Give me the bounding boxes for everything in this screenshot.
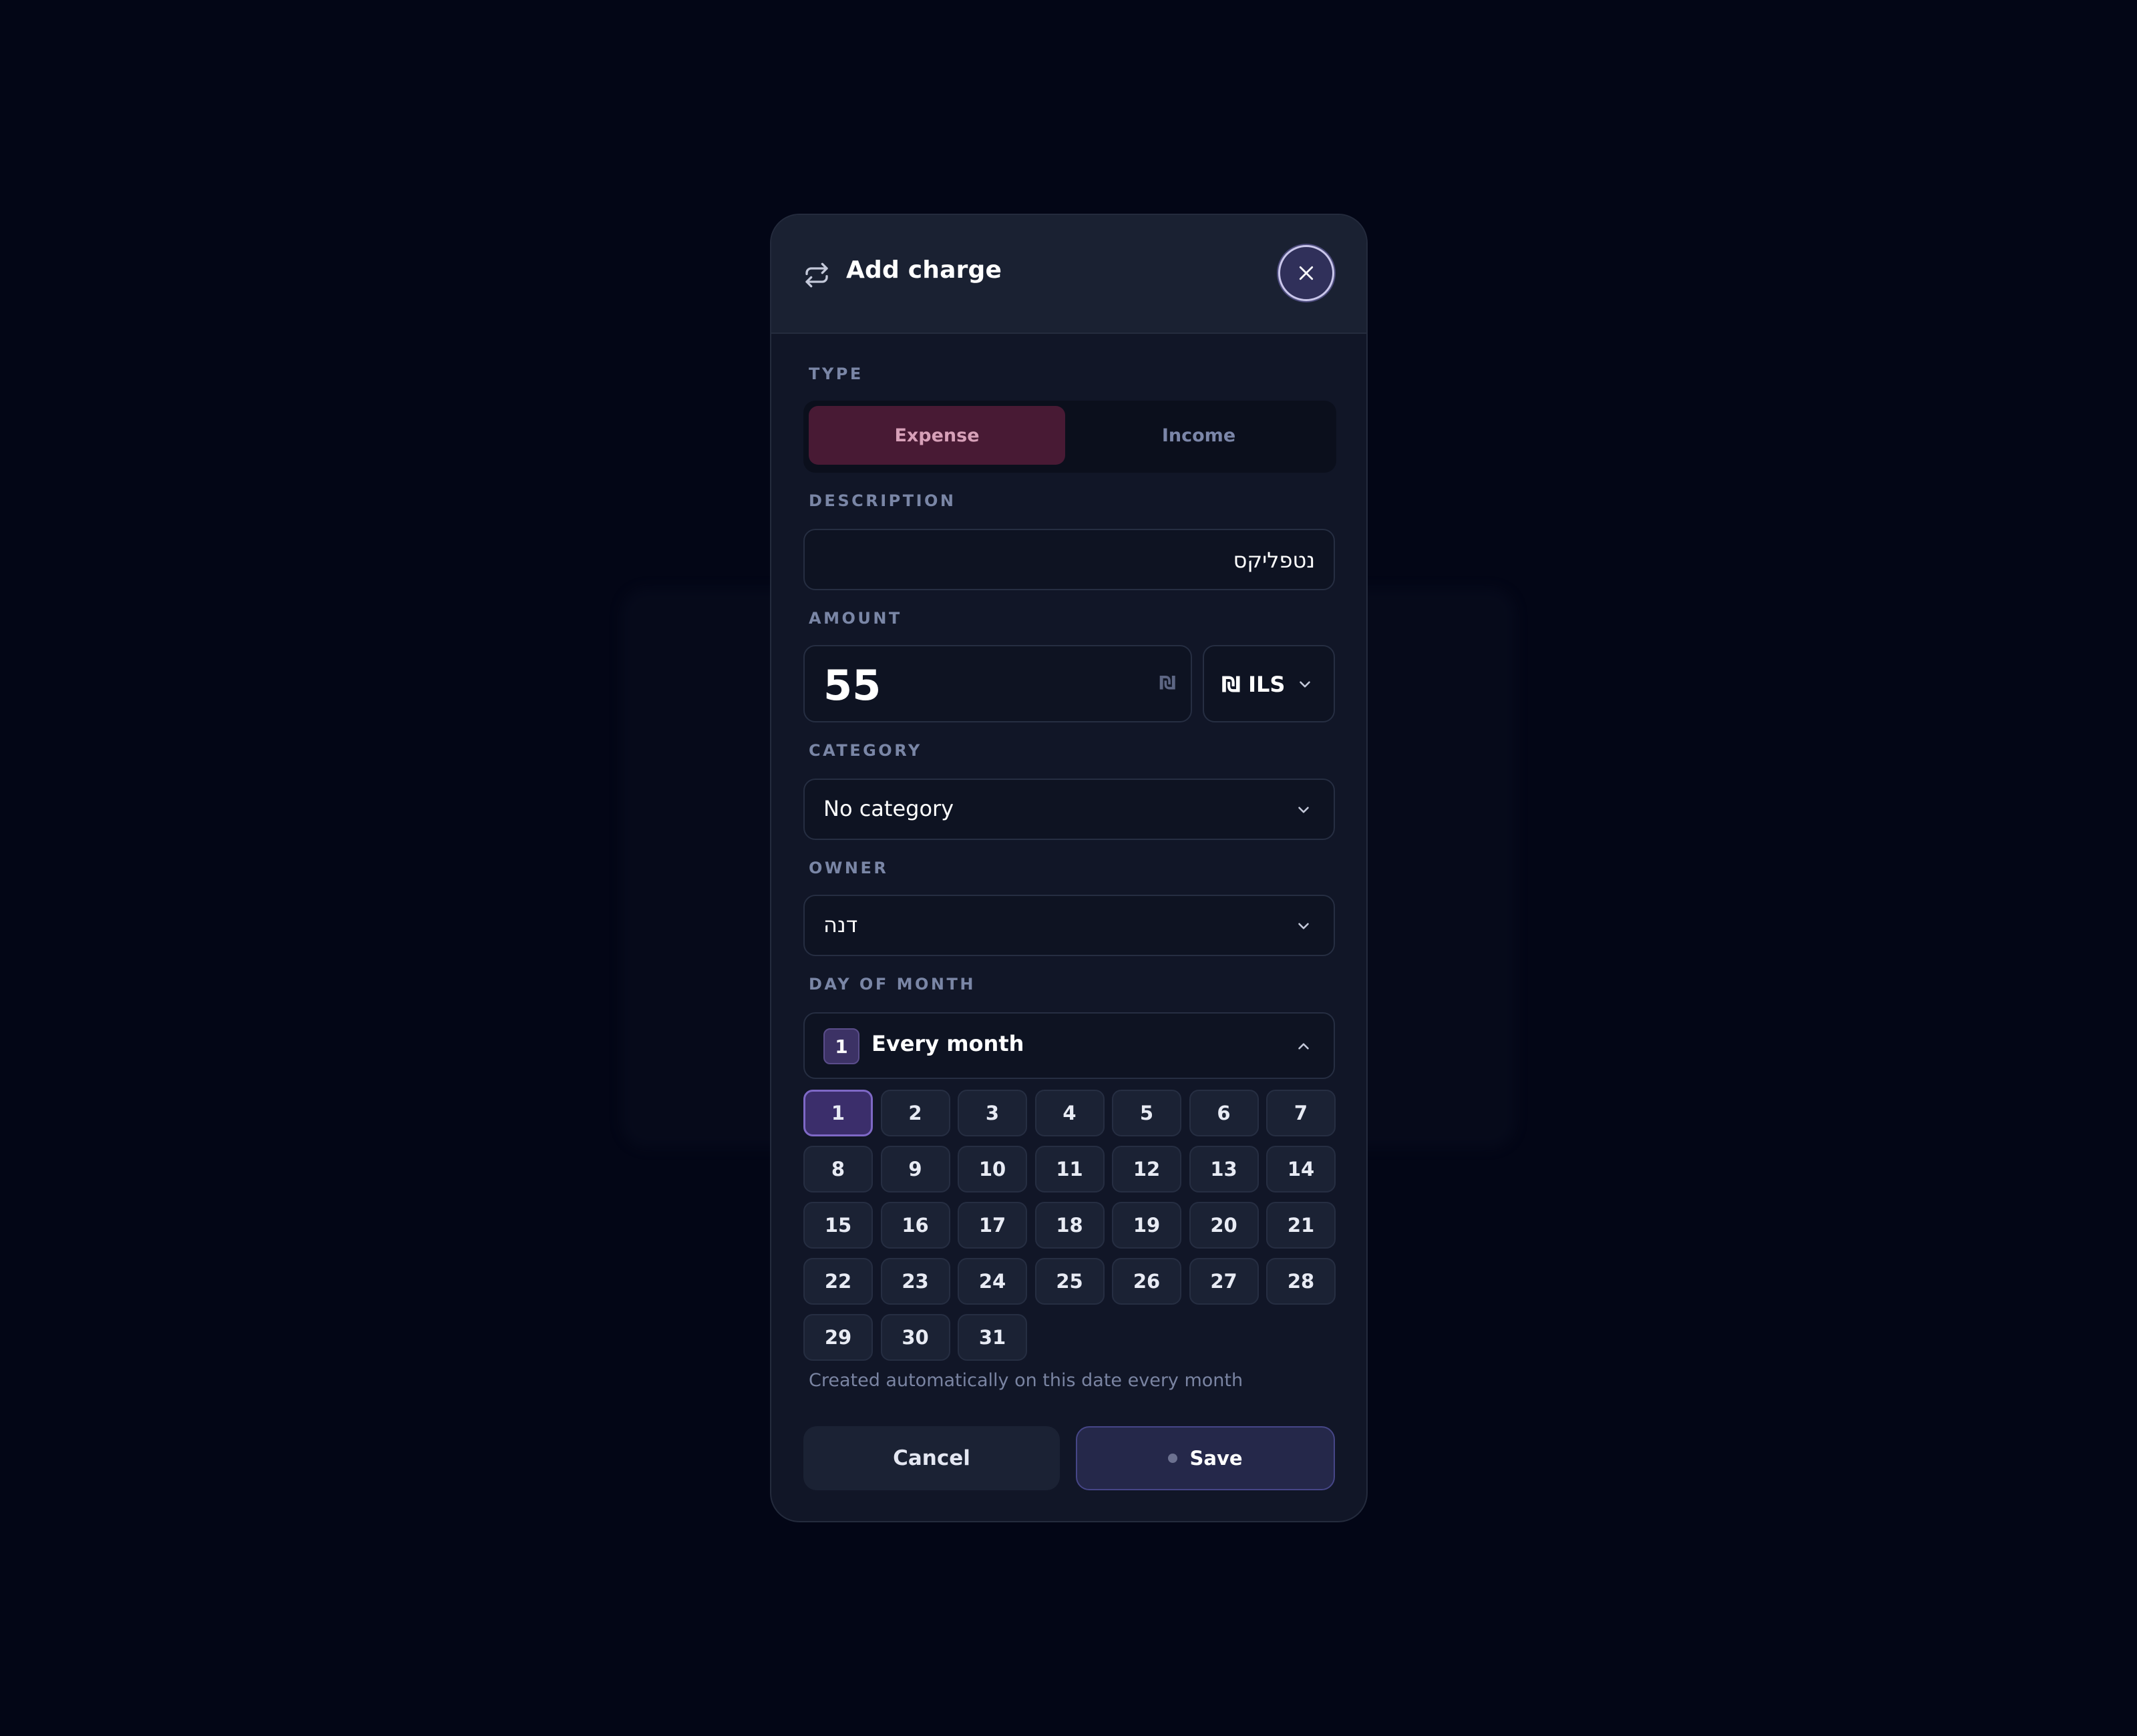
currency-value: ₪ ILS xyxy=(1221,672,1286,697)
day-cell-30[interactable]: 30 xyxy=(880,1314,950,1361)
day-cell-16[interactable]: 16 xyxy=(880,1202,950,1249)
close-icon xyxy=(1299,266,1314,280)
loading-dot-icon xyxy=(1168,1454,1178,1463)
chevron-down-icon xyxy=(1298,807,1309,813)
type-expense-button[interactable]: Expense xyxy=(809,406,1065,465)
day-cell-29[interactable]: 29 xyxy=(803,1314,873,1361)
day-cell-21[interactable]: 21 xyxy=(1266,1202,1336,1249)
day-cell-3[interactable]: 3 xyxy=(958,1090,1027,1136)
day-cell-19[interactable]: 19 xyxy=(1112,1202,1181,1249)
save-label: Save xyxy=(1189,1447,1243,1470)
modal-header: Add charge xyxy=(771,215,1366,334)
day-cell-11[interactable]: 11 xyxy=(1034,1146,1105,1192)
currency-select[interactable]: ₪ ILS xyxy=(1203,645,1335,722)
day-of-month-select[interactable]: 1 Every month xyxy=(803,1012,1335,1079)
day-cell-10[interactable]: 10 xyxy=(958,1146,1027,1192)
description-label: DESCRIPTION xyxy=(809,491,956,510)
day-cell-18[interactable]: 18 xyxy=(1034,1202,1105,1249)
close-button[interactable] xyxy=(1278,245,1334,301)
amount-input[interactable]: 55 ₪ xyxy=(803,645,1192,722)
save-button[interactable]: Save xyxy=(1076,1426,1335,1490)
selected-day-badge: 1 xyxy=(823,1028,859,1064)
day-cell-8[interactable]: 8 xyxy=(803,1146,873,1192)
day-cell-17[interactable]: 17 xyxy=(958,1202,1027,1249)
chevron-down-icon xyxy=(1300,681,1310,688)
day-cell-31[interactable]: 31 xyxy=(958,1314,1027,1361)
type-income-button[interactable]: Income xyxy=(1071,406,1327,465)
day-cell-28[interactable]: 28 xyxy=(1266,1258,1336,1305)
category-value: No category xyxy=(823,796,954,821)
cancel-button[interactable]: Cancel xyxy=(803,1426,1060,1490)
day-cell-5[interactable]: 5 xyxy=(1112,1090,1181,1136)
add-charge-modal: Add charge TYPE Expense Income DESCRIPTI… xyxy=(770,214,1368,1522)
owner-value: דנה xyxy=(823,912,858,937)
day-cell-23[interactable]: 23 xyxy=(880,1258,950,1305)
repeat-icon xyxy=(805,262,828,288)
amount-value: 55 xyxy=(823,661,882,710)
description-input[interactable]: נטפליקס xyxy=(803,529,1335,590)
day-cell-4[interactable]: 4 xyxy=(1034,1090,1105,1136)
day-summary: Every month xyxy=(871,1031,1024,1056)
day-cell-25[interactable]: 25 xyxy=(1034,1258,1105,1305)
day-cell-22[interactable]: 22 xyxy=(803,1258,873,1305)
day-cell-24[interactable]: 24 xyxy=(958,1258,1027,1305)
day-cell-13[interactable]: 13 xyxy=(1189,1146,1259,1192)
shekel-icon: ₪ xyxy=(1159,672,1176,694)
day-of-month-label: DAY OF MONTH xyxy=(809,975,976,994)
day-hint: Created automatically on this date every… xyxy=(809,1370,1243,1391)
day-cell-7[interactable]: 7 xyxy=(1266,1090,1336,1136)
day-cell-2[interactable]: 2 xyxy=(880,1090,950,1136)
day-cell-9[interactable]: 9 xyxy=(880,1146,950,1192)
modal-title: Add charge xyxy=(846,256,1002,284)
category-select[interactable]: No category xyxy=(803,779,1335,840)
day-cell-15[interactable]: 15 xyxy=(803,1202,873,1249)
description-value: נטפליקס xyxy=(1233,548,1315,573)
chevron-down-icon xyxy=(1298,923,1309,929)
amount-label: AMOUNT xyxy=(809,609,902,628)
day-cell-12[interactable]: 12 xyxy=(1112,1146,1181,1192)
day-cell-6[interactable]: 6 xyxy=(1189,1090,1259,1136)
chevron-up-icon xyxy=(1298,1043,1309,1050)
day-cell-20[interactable]: 20 xyxy=(1189,1202,1259,1249)
day-cell-14[interactable]: 14 xyxy=(1266,1146,1336,1192)
owner-select[interactable]: דנה xyxy=(803,895,1335,956)
type-toggle: Expense Income xyxy=(803,401,1336,473)
day-cell-1[interactable]: 1 xyxy=(803,1090,873,1136)
day-cell-26[interactable]: 26 xyxy=(1112,1258,1181,1305)
category-label: CATEGORY xyxy=(809,741,922,760)
day-cell-27[interactable]: 27 xyxy=(1189,1258,1259,1305)
type-label: TYPE xyxy=(809,365,863,383)
owner-label: OWNER xyxy=(809,859,889,877)
